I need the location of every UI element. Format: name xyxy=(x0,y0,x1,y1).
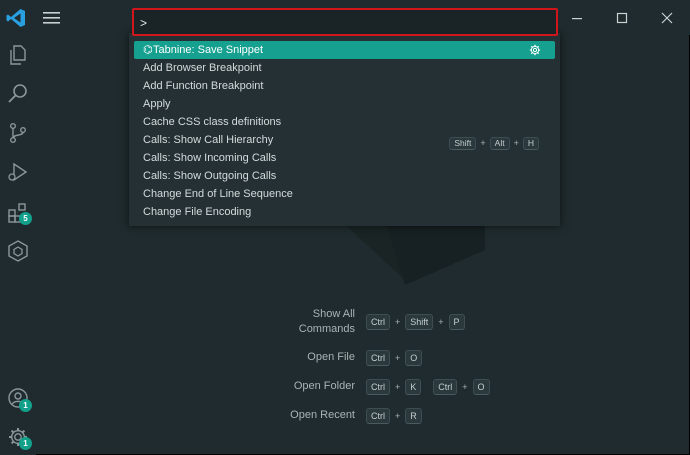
command-item[interactable]: Apply xyxy=(134,95,555,113)
command-item[interactable]: Change File Encoding xyxy=(134,203,555,221)
command-item[interactable]: Calls: Show Outgoing Calls xyxy=(134,167,555,185)
settings-badge: 1 xyxy=(19,437,32,450)
command-item[interactable]: Calls: Show Incoming Calls xyxy=(134,149,555,167)
command-input-highlight xyxy=(132,8,558,36)
open-folder-label: Open Folder xyxy=(293,380,355,392)
command-item-show-call-hierarchy[interactable]: Calls: Show Call Hierarchy Shift + Alt +… xyxy=(134,131,555,150)
activity-bar: 5 1 1 xyxy=(0,35,36,455)
maximize-icon[interactable] xyxy=(612,8,632,28)
open-recent-keys: Ctrl + R xyxy=(366,408,422,424)
run-debug-icon[interactable] xyxy=(6,160,30,184)
open-file-keys: Ctrl + O xyxy=(366,350,423,366)
extensions-badge: 5 xyxy=(19,212,32,225)
close-icon[interactable] xyxy=(657,8,677,28)
source-control-icon[interactable] xyxy=(6,121,30,145)
gear-icon[interactable] xyxy=(529,44,541,56)
command-input[interactable] xyxy=(138,13,552,33)
minimize-icon[interactable] xyxy=(567,8,587,28)
command-item[interactable]: Change End of Line Sequence xyxy=(134,185,555,203)
open-recent-label: Open Recent xyxy=(290,409,355,421)
vscode-logo-icon[interactable] xyxy=(6,8,26,28)
command-item-tabnine-save-snippet[interactable]: ⌬Tabnine: Save Snippet xyxy=(134,41,555,59)
explorer-icon[interactable] xyxy=(6,43,30,67)
command-item[interactable]: Add Function Breakpoint xyxy=(134,77,555,95)
show-all-commands-keys: Ctrl + Shift + P xyxy=(366,314,465,330)
tabnine-icon: ⌬ xyxy=(143,44,153,56)
menu-icon[interactable] xyxy=(42,10,62,26)
search-icon[interactable] xyxy=(6,82,30,106)
accounts-badge: 1 xyxy=(19,399,32,412)
command-item[interactable]: Cache CSS class definitions xyxy=(134,113,555,131)
remote-explorer-icon[interactable] xyxy=(6,239,30,263)
open-folder-keys: Ctrl + K Ctrl + O xyxy=(366,379,490,395)
show-all-commands-label: Show All Commands xyxy=(298,308,355,335)
command-item[interactable]: Add Browser Breakpoint xyxy=(134,59,555,77)
open-file-label: Open File xyxy=(307,351,355,363)
